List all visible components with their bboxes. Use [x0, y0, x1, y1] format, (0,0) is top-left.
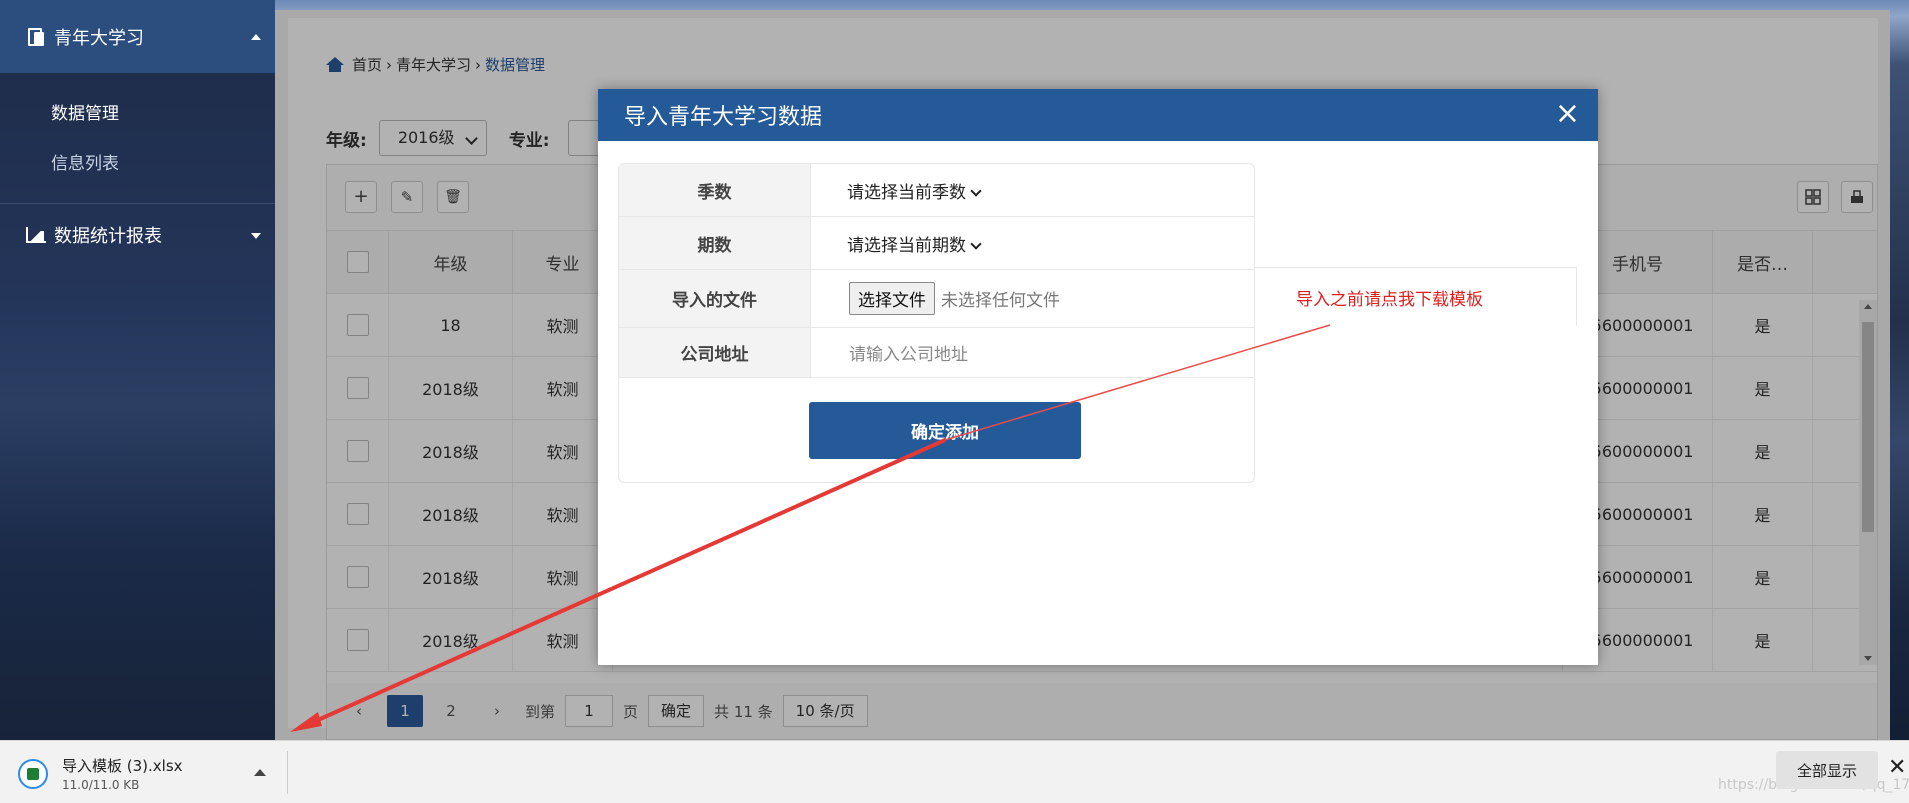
import-form: 季数 请选择当前季数 期数 请选择当前期数 导入的文件 选择文件 未选择任何文件…: [618, 163, 1255, 483]
sidebar: 青年大学习 数据管理 信息列表 数据统计报表: [0, 0, 275, 740]
caret-up-icon: [251, 34, 261, 40]
file-cell: 选择文件 未选择任何文件: [811, 270, 1254, 327]
sidebar-group-label: 数据统计报表: [54, 226, 162, 247]
sidebar-item-data-management[interactable]: 数据管理: [0, 89, 275, 139]
dialog-header: 导入青年大学习数据 ×: [598, 89, 1598, 141]
confirm-add-button[interactable]: 确定添加: [809, 402, 1081, 459]
file-label: 导入的文件: [619, 270, 811, 327]
form-row-file: 导入的文件 选择文件 未选择任何文件: [619, 270, 1254, 328]
sidebar-group-stats[interactable]: 数据统计报表: [0, 204, 275, 266]
caret-down-icon: [251, 233, 261, 239]
download-template-link[interactable]: 导入之前请点我下载模板: [1296, 285, 1483, 310]
chevron-up-icon[interactable]: [254, 769, 266, 776]
sidebar-item-info-list[interactable]: 信息列表: [0, 139, 275, 189]
period-cell: 请选择当前期数: [811, 217, 1254, 269]
choose-file-button[interactable]: 选择文件: [849, 282, 935, 315]
download-file-size: 11.0/11.0 KB: [62, 778, 140, 792]
period-label: 期数: [619, 217, 811, 269]
sidebar-submenu: 数据管理 信息列表: [0, 73, 275, 189]
area-chart-icon: [26, 227, 46, 243]
season-cell: 请选择当前季数: [811, 164, 1254, 216]
close-download-bar-icon[interactable]: ✕: [1888, 755, 1906, 780]
form-row-season: 季数 请选择当前季数: [619, 164, 1254, 217]
season-label: 季数: [619, 164, 811, 216]
download-item-text: 导入模板 (3).xlsx 11.0/11.0 KB: [62, 755, 183, 792]
excel-file-icon: [18, 758, 48, 789]
season-select[interactable]: 请选择当前季数: [847, 178, 980, 203]
sidebar-group-youth-study[interactable]: 青年大学习: [0, 0, 275, 73]
download-file-name: 导入模板 (3).xlsx: [62, 757, 183, 775]
show-all-button[interactable]: 全部显示: [1776, 751, 1878, 789]
import-dialog: 导入青年大学习数据 × 季数 请选择当前季数 期数 请选择当前期数 导入的文件 …: [598, 89, 1598, 665]
download-bar: 导入模板 (3).xlsx 11.0/11.0 KB https://blog.…: [0, 740, 1909, 803]
divider: [287, 751, 288, 794]
form-row-address: 公司地址 请输入公司地址: [619, 328, 1254, 378]
address-label: 公司地址: [619, 328, 811, 377]
address-cell: 请输入公司地址: [811, 328, 1254, 377]
copy-icon: [26, 27, 46, 46]
period-select[interactable]: 请选择当前期数: [847, 231, 980, 256]
sidebar-group-label: 青年大学习: [54, 27, 144, 49]
download-item[interactable]: 导入模板 (3).xlsx 11.0/11.0 KB: [18, 755, 183, 792]
close-icon[interactable]: ×: [1555, 99, 1580, 129]
address-input[interactable]: 请输入公司地址: [849, 340, 968, 365]
no-file-text: 未选择任何文件: [941, 291, 1060, 311]
form-row-period: 期数 请选择当前期数: [619, 217, 1254, 270]
dialog-title: 导入青年大学习数据: [624, 105, 823, 130]
